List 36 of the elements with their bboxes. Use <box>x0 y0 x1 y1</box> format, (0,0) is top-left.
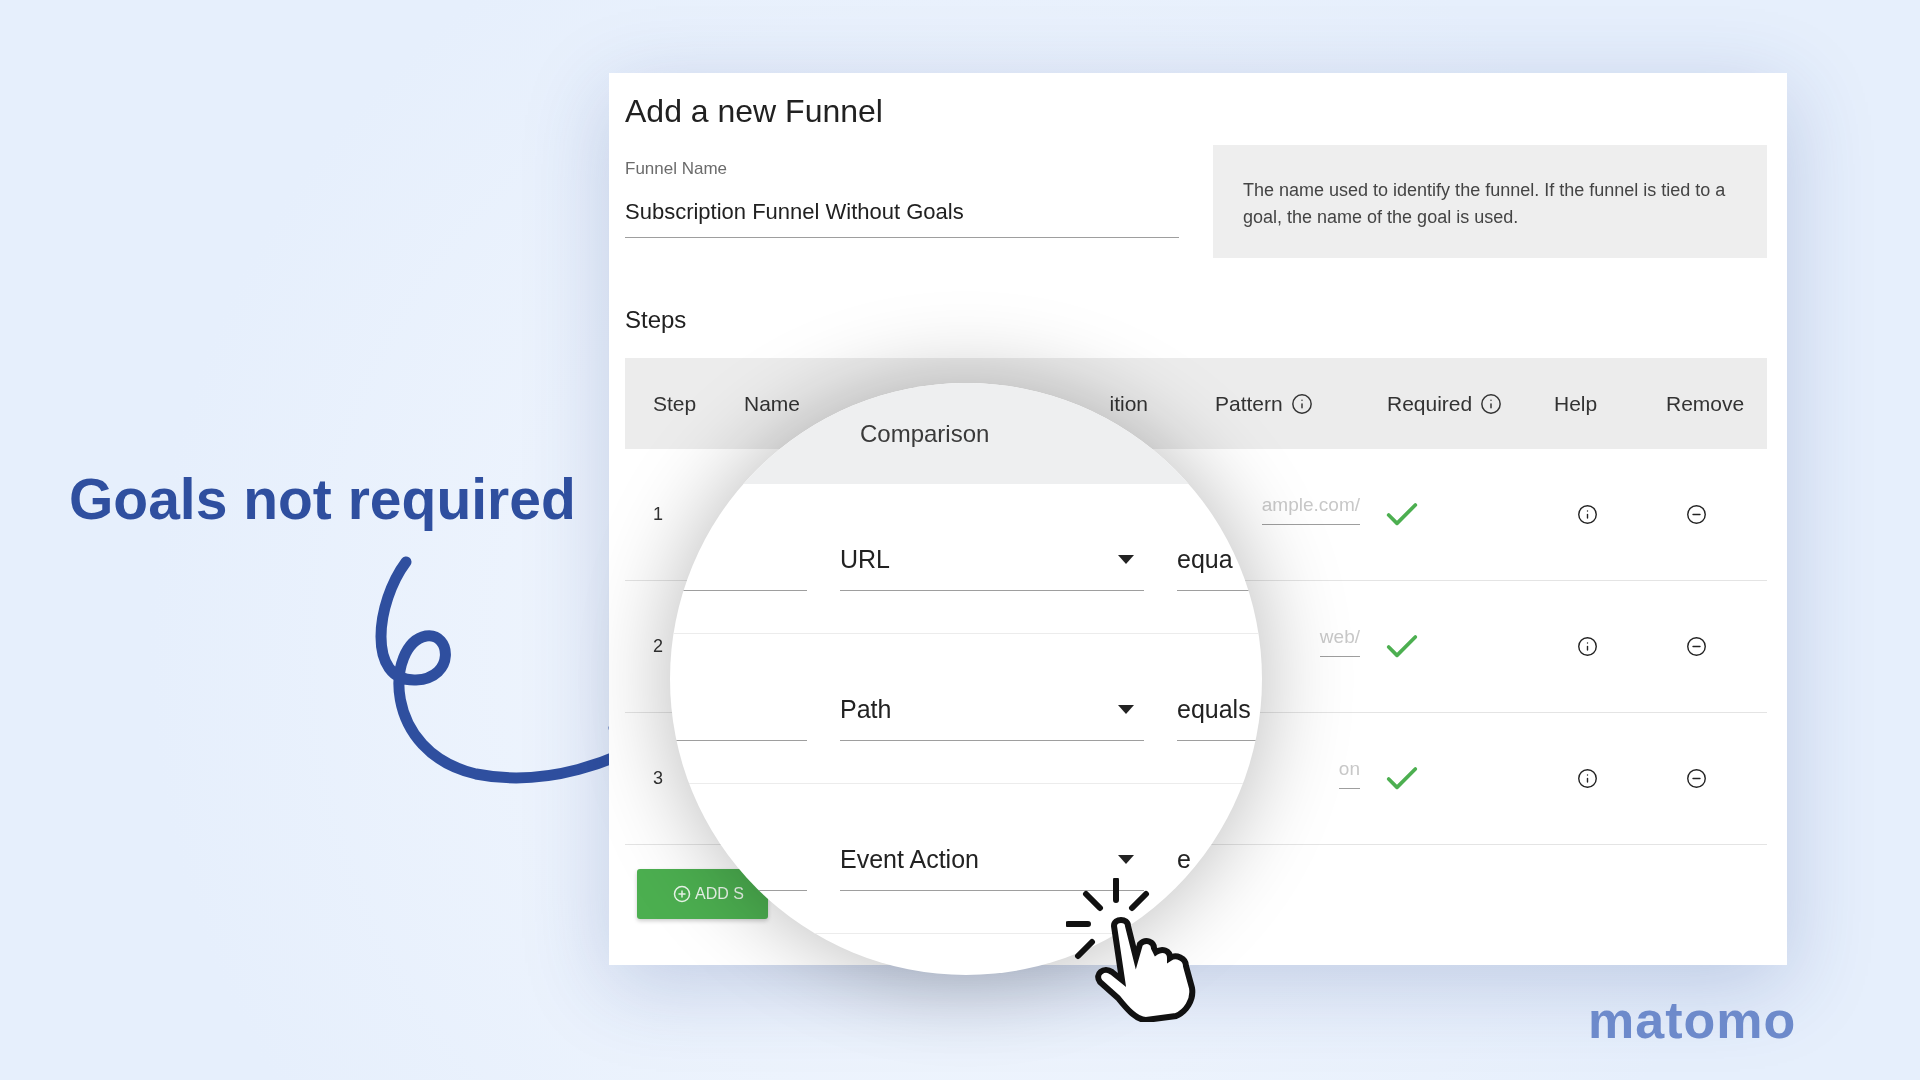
condition-select[interactable]: e <box>1177 845 1262 891</box>
dialog-title: Add a new Funnel <box>625 92 884 131</box>
field-label: Funnel Name <box>625 159 729 179</box>
info-icon[interactable] <box>1577 768 1598 789</box>
logo: matomo <box>1588 990 1797 1050</box>
step-number: 2 <box>653 636 663 657</box>
headline: Goals not required <box>69 466 576 532</box>
step-number: 1 <box>653 504 663 525</box>
section-title: Steps <box>625 306 688 334</box>
info-icon[interactable] <box>1480 392 1503 415</box>
remove-icon[interactable] <box>1686 636 1707 657</box>
caret-icon <box>1118 555 1134 564</box>
comparison-select[interactable]: URL <box>840 545 1144 591</box>
column-header: Pattern <box>1215 391 1283 416</box>
column-header: Help <box>1554 391 1598 416</box>
remove-icon[interactable] <box>1686 768 1707 789</box>
caret-icon <box>1118 705 1134 714</box>
column-header: Comparison <box>860 419 990 448</box>
comparison-select[interactable]: Path <box>840 695 1144 741</box>
step-number: 3 <box>653 768 663 789</box>
help-text: The name used to identify the funnel. If the funnel is tied to a goal, the name of the goal is used. <box>1213 145 1767 258</box>
condition-select[interactable]: equa <box>1177 545 1262 591</box>
column-header: ition <box>1109 391 1148 416</box>
column-header: Name <box>744 391 801 416</box>
condition-select[interactable]: equals <box>1177 695 1262 741</box>
funnel-name-input[interactable]: Subscription Funnel Without Goals <box>625 199 1179 238</box>
plus-icon <box>673 885 691 903</box>
column-header: Step <box>653 391 697 416</box>
comparison-select[interactable]: Event Action <box>840 845 1144 891</box>
column-header: Remove <box>1666 391 1745 416</box>
info-icon[interactable] <box>1577 504 1598 525</box>
caret-icon <box>1118 855 1134 864</box>
info-icon[interactable] <box>1290 392 1313 415</box>
info-icon[interactable] <box>1577 636 1598 657</box>
remove-icon[interactable] <box>1686 504 1707 525</box>
column-header: Required <box>1387 391 1473 416</box>
